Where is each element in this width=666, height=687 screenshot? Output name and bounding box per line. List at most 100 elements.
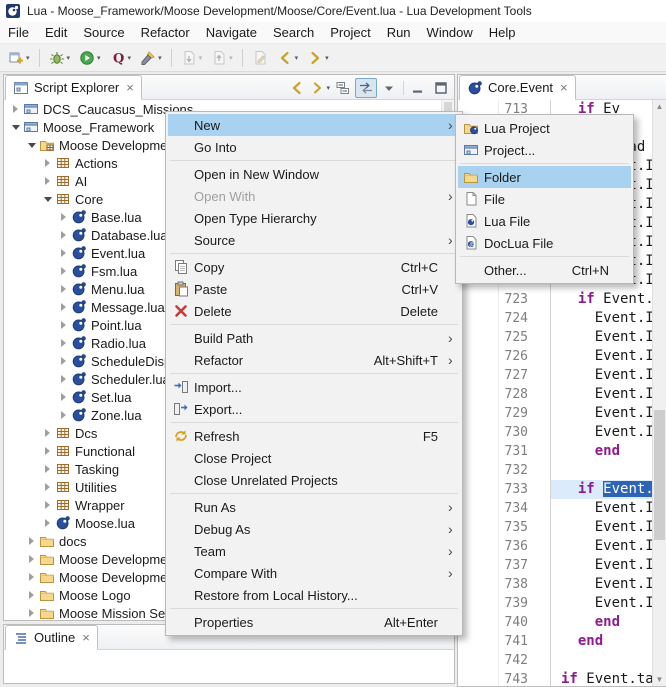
annotation-ruler[interactable] <box>458 556 499 575</box>
menu-edit[interactable]: Edit <box>37 23 75 42</box>
dropdown-arrow-icon[interactable]: ▾ <box>128 54 132 62</box>
annotation-ruler[interactable] <box>458 461 499 480</box>
menu-refactor[interactable]: Refactor <box>133 23 198 42</box>
line-number[interactable]: 732 <box>499 461 551 480</box>
code-text[interactable] <box>551 651 653 670</box>
line-number[interactable]: 726 <box>499 347 551 366</box>
debug-button[interactable]: ▾ <box>45 46 75 70</box>
line-number[interactable]: 734 <box>499 499 551 518</box>
expand-arrow-icon[interactable] <box>56 267 71 275</box>
expand-arrow-icon[interactable] <box>24 537 39 545</box>
code-text[interactable]: Event.I <box>551 518 653 537</box>
context-menu-item-refactor[interactable]: RefactorAlt+Shift+T› <box>168 349 460 371</box>
new-wizard-button[interactable]: ▾ <box>4 46 34 70</box>
code-text[interactable]: Event.I <box>551 328 653 347</box>
line-number[interactable]: 736 <box>499 537 551 556</box>
close-tab-icon[interactable]: × <box>126 81 134 94</box>
forward-button[interactable]: ▾ <box>309 78 331 98</box>
link-with-editor-button[interactable] <box>355 78 377 98</box>
dropdown-arrow-icon[interactable]: ▾ <box>295 54 299 62</box>
collapse-all-button[interactable] <box>332 78 354 98</box>
expand-arrow-icon[interactable] <box>24 591 39 599</box>
line-number[interactable]: 735 <box>499 518 551 537</box>
new-submenu-item-lua-file[interactable]: Lua File <box>458 210 631 232</box>
annotation-ruler[interactable] <box>458 328 499 347</box>
expand-arrow-icon[interactable] <box>40 197 55 202</box>
context-menu-item-debug-as[interactable]: Debug As› <box>168 518 460 540</box>
annotation-ruler[interactable] <box>458 651 499 670</box>
expand-arrow-icon[interactable] <box>40 483 55 491</box>
dropdown-arrow-icon[interactable]: ▾ <box>326 84 330 92</box>
annotation-ruler[interactable] <box>458 670 499 686</box>
context-menu-item-delete[interactable]: DeleteDelete <box>168 300 460 322</box>
line-number[interactable]: 743 <box>499 670 551 686</box>
line-number[interactable]: 738 <box>499 575 551 594</box>
context-menu-item-properties[interactable]: PropertiesAlt+Enter <box>168 611 460 633</box>
editor-scrollbar[interactable]: ▲ ▼ <box>652 100 666 686</box>
profile-button[interactable]: Q▾ <box>106 46 136 70</box>
code-text[interactable]: if Event.ta <box>551 670 653 686</box>
annotation-ruler[interactable] <box>458 366 499 385</box>
menu-project[interactable]: Project <box>322 23 378 42</box>
annotation-ruler[interactable] <box>458 290 499 309</box>
line-number[interactable]: 729 <box>499 404 551 423</box>
line-number[interactable]: 739 <box>499 594 551 613</box>
dropdown-arrow-icon[interactable]: ▾ <box>97 54 101 62</box>
expand-arrow-icon[interactable] <box>56 411 71 419</box>
code-text[interactable]: Event.I <box>551 556 653 575</box>
annotation-ruler[interactable] <box>458 499 499 518</box>
line-number[interactable]: 733 <box>499 480 551 499</box>
menu-run[interactable]: Run <box>379 23 419 42</box>
expand-arrow-icon[interactable] <box>56 339 71 347</box>
context-menu-item-team[interactable]: Team› <box>168 540 460 562</box>
menu-search[interactable]: Search <box>265 23 322 42</box>
run-button[interactable]: ▾ <box>75 46 105 70</box>
context-menu-item-run-as[interactable]: Run As› <box>168 496 460 518</box>
line-number[interactable]: 724 <box>499 309 551 328</box>
dropdown-arrow-icon[interactable]: ▾ <box>199 54 203 62</box>
menu-window[interactable]: Window <box>419 23 481 42</box>
code-text[interactable]: Event.I <box>551 594 653 613</box>
expand-arrow-icon[interactable] <box>56 249 71 257</box>
context-menu-item-restore-from-local-history[interactable]: Restore from Local History... <box>168 584 460 606</box>
context-menu-item-copy[interactable]: CopyCtrl+C <box>168 256 460 278</box>
annotation-ruler[interactable] <box>458 594 499 613</box>
menu-file[interactable]: File <box>0 23 37 42</box>
code-text[interactable]: Event.I <box>551 423 653 442</box>
expand-arrow-icon[interactable] <box>40 501 55 509</box>
expand-arrow-icon[interactable] <box>56 321 71 329</box>
expand-arrow-icon[interactable] <box>24 573 39 581</box>
expand-arrow-icon[interactable] <box>56 285 71 293</box>
annotation-ruler[interactable] <box>458 423 499 442</box>
code-text[interactable]: Event.I <box>551 385 653 404</box>
context-menu-item-new[interactable]: New› <box>168 114 460 136</box>
annotation-ruler[interactable] <box>458 385 499 404</box>
minimize-button[interactable] <box>407 78 429 98</box>
line-number[interactable]: 741 <box>499 632 551 651</box>
search-button[interactable]: ▾ <box>136 46 166 70</box>
annotation-ruler[interactable] <box>458 575 499 594</box>
context-menu-item-open-type-hierarchy[interactable]: Open Type Hierarchy <box>168 207 460 229</box>
context-menu-item-build-path[interactable]: Build Path› <box>168 327 460 349</box>
context-menu-item-open-in-new-window[interactable]: Open in New Window <box>168 163 460 185</box>
tab-script-explorer[interactable]: Script Explorer × <box>5 75 142 100</box>
new-submenu-item-other[interactable]: Other...Ctrl+N <box>458 259 631 281</box>
expand-arrow-icon[interactable] <box>24 609 39 617</box>
code-text[interactable]: Event.I <box>551 309 653 328</box>
code-text[interactable]: end <box>551 613 653 632</box>
expand-arrow-icon[interactable] <box>8 105 23 113</box>
close-tab-icon[interactable]: × <box>82 631 90 644</box>
expand-arrow-icon[interactable] <box>56 213 71 221</box>
scrollbar-thumb[interactable] <box>654 410 665 540</box>
context-menu-item-import[interactable]: Import... <box>168 376 460 398</box>
maximize-button[interactable] <box>430 78 452 98</box>
context-menu-item-close-unrelated-projects[interactable]: Close Unrelated Projects <box>168 469 460 491</box>
menu-navigate[interactable]: Navigate <box>198 23 265 42</box>
code-text[interactable]: Event.I <box>551 537 653 556</box>
context-menu-item-go-into[interactable]: Go Into <box>168 136 460 158</box>
tab-core-event[interactable]: Core.Event × <box>459 75 576 100</box>
code-text[interactable]: Event.I <box>551 404 653 423</box>
line-number[interactable]: 740 <box>499 613 551 632</box>
expand-arrow-icon[interactable] <box>40 159 55 167</box>
code-text[interactable]: Event.I <box>551 366 653 385</box>
